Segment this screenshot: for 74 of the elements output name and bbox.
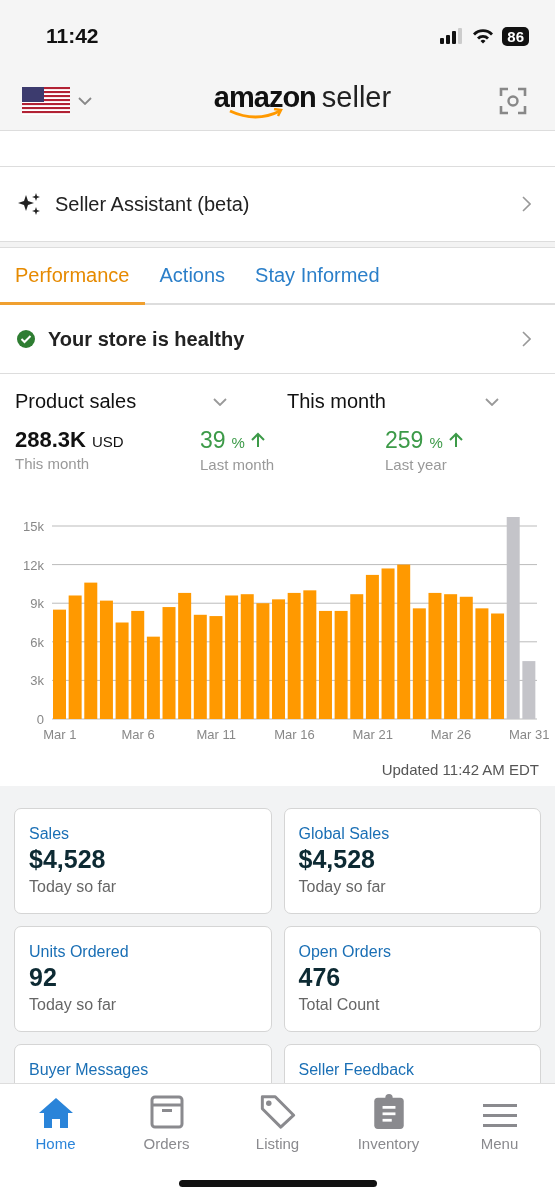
x-axis-label: Mar 31 — [508, 727, 550, 742]
y-axis-label: 3k — [30, 673, 44, 689]
percent-sign: % — [429, 434, 443, 451]
chevron-down-icon — [485, 397, 499, 406]
nav-tab[interactable]: Listing — [222, 1094, 333, 1156]
card-title: Units Ordered — [29, 943, 130, 961]
status-time: 11:42 — [46, 24, 99, 48]
card-title: Sales — [29, 825, 71, 843]
wifi-icon — [472, 28, 495, 44]
card-value: 92 — [29, 963, 58, 992]
nav-tab[interactable]: Menu — [444, 1094, 555, 1156]
tab[interactable]: Actions — [144, 248, 241, 305]
card-caption: Today so far — [298, 878, 387, 896]
card-title: Global Sales — [298, 825, 391, 843]
nav-tab[interactable]: Inventory — [333, 1094, 444, 1156]
metric-card[interactable]: Units Ordered 92 Today so far — [14, 926, 272, 1032]
menu-icon — [482, 1103, 517, 1129]
arrow-up-icon — [250, 432, 265, 448]
battery-level: 86 — [502, 26, 529, 46]
card-title: Seller Feedback — [298, 1061, 416, 1079]
signal-icon — [440, 28, 465, 44]
change-value: 259 — [385, 427, 424, 454]
stat-caption: This month — [15, 455, 91, 472]
stat-caption: Last year — [385, 456, 448, 473]
card-caption: Today so far — [29, 996, 118, 1014]
nav-tab[interactable]: Home — [0, 1094, 111, 1156]
metric-card[interactable]: Sales $4,528 Today so far — [14, 808, 272, 914]
chevron-down-icon — [78, 97, 92, 105]
box-icon — [149, 1095, 184, 1129]
metric-card[interactable]: Seller Feedback — [283, 1044, 541, 1083]
app-logo: amazon seller — [213, 82, 392, 120]
updated-time: Updated 11:42 AM EDT — [381, 761, 539, 778]
country-selector[interactable] — [22, 87, 92, 115]
card-value: 476 — [298, 963, 342, 992]
card-caption: Total Count — [298, 996, 381, 1014]
x-axis-label: Mar 11 — [196, 727, 236, 742]
sales-total: 288.3K — [15, 427, 86, 453]
card-title: Open Orders — [298, 943, 392, 961]
card-title: Buyer Messages — [29, 1061, 150, 1079]
scan-icon[interactable] — [499, 87, 527, 115]
x-axis-label: Mar 1 — [43, 727, 77, 742]
y-axis-label: 0 — [36, 712, 44, 727]
metric-dropdown[interactable]: Product sales — [15, 390, 227, 413]
currency-unit: USD — [91, 433, 124, 450]
chevron-down-icon — [213, 397, 227, 406]
x-axis-label: Mar 6 — [121, 727, 155, 742]
y-axis-label: 9k — [30, 596, 44, 612]
card-value: $4,528 — [298, 845, 376, 874]
card-caption: Today so far — [29, 878, 118, 896]
metric-card[interactable]: Global Sales $4,528 Today so far — [283, 808, 541, 914]
card-value: $4,528 — [29, 845, 107, 874]
tab[interactable]: Stay Informed — [240, 248, 395, 305]
metric-card[interactable]: Open Orders 476 Total Count — [283, 926, 541, 1032]
flag-icon — [22, 87, 70, 115]
chevron-right-icon — [522, 331, 531, 347]
stat-caption: Last month — [200, 456, 276, 473]
y-axis-label: 6k — [30, 634, 44, 650]
store-health-row[interactable]: Your store is healthy — [0, 305, 555, 374]
x-axis-label: Mar 26 — [430, 727, 472, 742]
nav-tab[interactable]: Orders — [111, 1094, 222, 1156]
metric-card[interactable]: Buyer Messages — [14, 1044, 272, 1083]
x-axis-label: Mar 21 — [352, 727, 393, 742]
percent-sign: % — [231, 434, 245, 451]
y-axis-label: 12k — [23, 557, 44, 573]
bar — [522, 661, 536, 719]
arrow-up-icon — [448, 432, 463, 448]
change-value: 39 — [200, 427, 226, 454]
sparkle-icon — [17, 192, 41, 216]
clipboard-icon — [372, 1094, 405, 1129]
period-dropdown[interactable]: This month — [287, 390, 499, 413]
home-icon — [37, 1097, 74, 1129]
chevron-right-icon — [522, 196, 531, 212]
x-axis-label: Mar 16 — [274, 727, 315, 742]
y-axis-label: 15k — [23, 519, 44, 534]
